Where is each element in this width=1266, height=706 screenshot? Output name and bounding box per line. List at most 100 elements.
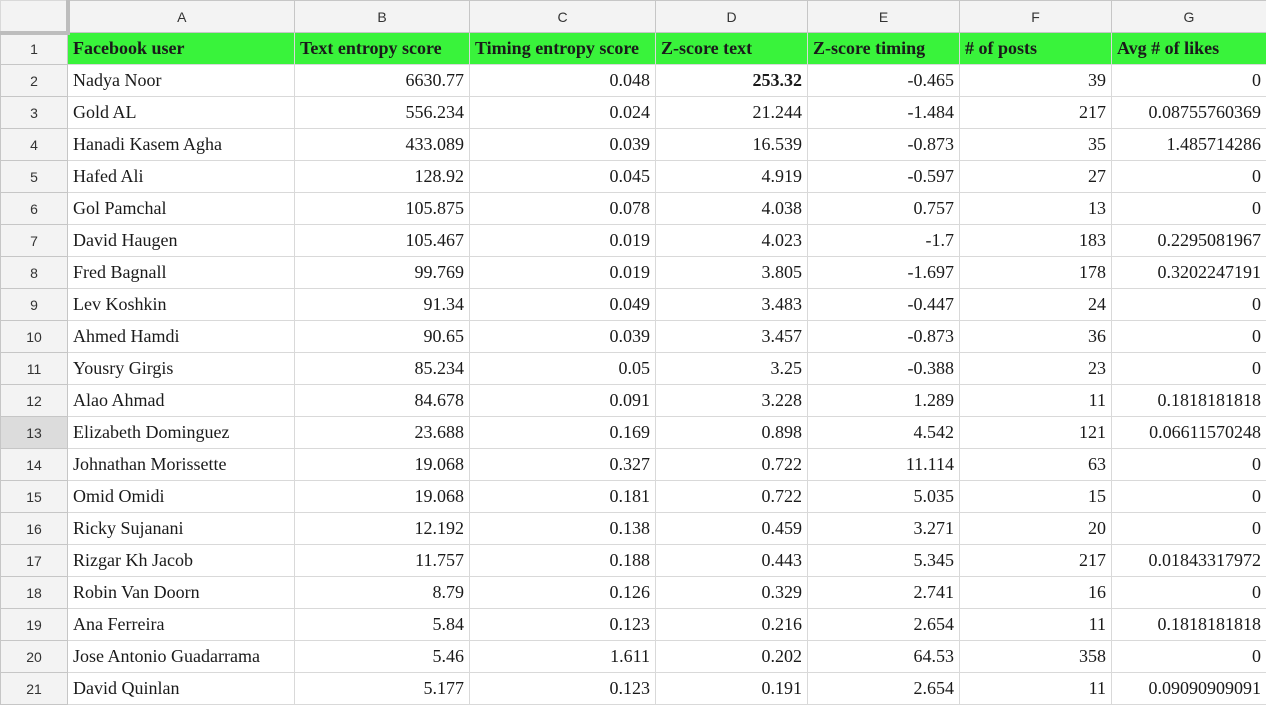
cell-avg-likes[interactable]: 0.01843317972 (1111, 544, 1266, 577)
cell-user[interactable]: Johnathan Morissette (67, 448, 295, 481)
cell-z-score-text[interactable]: 0.191 (655, 672, 808, 705)
cell-z-score-text[interactable]: 0.216 (655, 608, 808, 641)
header-cell-posts[interactable]: # of posts (959, 32, 1112, 65)
cell-z-score-text[interactable]: 0.459 (655, 512, 808, 545)
cell-z-score-text[interactable]: 3.25 (655, 352, 808, 385)
row-header[interactable]: 4 (0, 128, 68, 161)
cell-text-entropy[interactable]: 99.769 (294, 256, 470, 289)
row-header[interactable]: 21 (0, 672, 68, 705)
cell-posts[interactable]: 24 (959, 288, 1112, 321)
row-header[interactable]: 9 (0, 288, 68, 321)
cell-user[interactable]: David Quinlan (67, 672, 295, 705)
cell-posts[interactable]: 20 (959, 512, 1112, 545)
cell-avg-likes[interactable]: 0 (1111, 448, 1266, 481)
cell-text-entropy[interactable]: 105.875 (294, 192, 470, 225)
cell-posts[interactable]: 11 (959, 608, 1112, 641)
cell-timing-entropy[interactable]: 0.019 (469, 256, 656, 289)
cell-z-score-timing[interactable]: -0.873 (807, 320, 960, 353)
cell-timing-entropy[interactable]: 0.039 (469, 320, 656, 353)
cell-avg-likes[interactable]: 1.485714286 (1111, 128, 1266, 161)
row-header[interactable]: 20 (0, 640, 68, 673)
cell-posts[interactable]: 217 (959, 544, 1112, 577)
cell-text-entropy[interactable]: 19.068 (294, 448, 470, 481)
cell-timing-entropy[interactable]: 0.169 (469, 416, 656, 449)
column-header-g[interactable]: G (1111, 0, 1266, 33)
cell-z-score-text[interactable]: 4.023 (655, 224, 808, 257)
cell-z-score-text[interactable]: 0.443 (655, 544, 808, 577)
cell-avg-likes[interactable]: 0.06611570248 (1111, 416, 1266, 449)
cell-avg-likes[interactable]: 0 (1111, 352, 1266, 385)
row-header[interactable]: 3 (0, 96, 68, 129)
cell-user[interactable]: Hanadi Kasem Agha (67, 128, 295, 161)
column-header-f[interactable]: F (959, 0, 1112, 33)
cell-text-entropy[interactable]: 12.192 (294, 512, 470, 545)
cell-z-score-text[interactable]: 3.483 (655, 288, 808, 321)
column-header-e[interactable]: E (807, 0, 960, 33)
cell-posts[interactable]: 13 (959, 192, 1112, 225)
cell-text-entropy[interactable]: 128.92 (294, 160, 470, 193)
cell-timing-entropy[interactable]: 0.188 (469, 544, 656, 577)
cell-user[interactable]: Gol Pamchal (67, 192, 295, 225)
cell-z-score-timing[interactable]: -0.873 (807, 128, 960, 161)
cell-z-score-timing[interactable]: 1.289 (807, 384, 960, 417)
column-header-d[interactable]: D (655, 0, 808, 33)
cell-text-entropy[interactable]: 5.84 (294, 608, 470, 641)
column-header-a[interactable]: A (67, 0, 295, 33)
cell-avg-likes[interactable]: 0.08755760369 (1111, 96, 1266, 129)
row-header[interactable]: 5 (0, 160, 68, 193)
cell-text-entropy[interactable]: 556.234 (294, 96, 470, 129)
column-header-c[interactable]: C (469, 0, 656, 33)
cell-z-score-timing[interactable]: 2.654 (807, 672, 960, 705)
cell-posts[interactable]: 217 (959, 96, 1112, 129)
row-header[interactable]: 6 (0, 192, 68, 225)
cell-timing-entropy[interactable]: 0.039 (469, 128, 656, 161)
cell-posts[interactable]: 35 (959, 128, 1112, 161)
cell-z-score-timing[interactable]: 3.271 (807, 512, 960, 545)
row-header[interactable]: 10 (0, 320, 68, 353)
row-header[interactable]: 13 (0, 416, 68, 449)
row-header[interactable]: 7 (0, 224, 68, 257)
cell-timing-entropy[interactable]: 0.05 (469, 352, 656, 385)
cell-avg-likes[interactable]: 0 (1111, 192, 1266, 225)
row-header[interactable]: 2 (0, 64, 68, 97)
cell-z-score-text[interactable]: 21.244 (655, 96, 808, 129)
row-header[interactable]: 8 (0, 256, 68, 289)
cell-z-score-timing[interactable]: 11.114 (807, 448, 960, 481)
cell-user[interactable]: Hafed Ali (67, 160, 295, 193)
cell-timing-entropy[interactable]: 0.123 (469, 608, 656, 641)
cell-user[interactable]: Gold AL (67, 96, 295, 129)
cell-text-entropy[interactable]: 433.089 (294, 128, 470, 161)
cell-user[interactable]: Fred Bagnall (67, 256, 295, 289)
cell-user[interactable]: Alao Ahmad (67, 384, 295, 417)
cell-z-score-timing[interactable]: -1.7 (807, 224, 960, 257)
cell-user[interactable]: Jose Antonio Guadarrama (67, 640, 295, 673)
cell-z-score-text[interactable]: 3.228 (655, 384, 808, 417)
row-header[interactable]: 14 (0, 448, 68, 481)
cell-z-score-timing[interactable]: -1.697 (807, 256, 960, 289)
cell-avg-likes[interactable]: 0 (1111, 576, 1266, 609)
cell-avg-likes[interactable]: 0.3202247191 (1111, 256, 1266, 289)
cell-posts[interactable]: 63 (959, 448, 1112, 481)
cell-user[interactable]: Ana Ferreira (67, 608, 295, 641)
cell-z-score-timing[interactable]: 4.542 (807, 416, 960, 449)
cell-z-score-text[interactable]: 3.457 (655, 320, 808, 353)
cell-z-score-text[interactable]: 16.539 (655, 128, 808, 161)
cell-timing-entropy[interactable]: 0.123 (469, 672, 656, 705)
cell-timing-entropy[interactable]: 0.138 (469, 512, 656, 545)
cell-user[interactable]: Elizabeth Dominguez (67, 416, 295, 449)
cell-timing-entropy[interactable]: 0.049 (469, 288, 656, 321)
cell-text-entropy[interactable]: 90.65 (294, 320, 470, 353)
cell-posts[interactable]: 15 (959, 480, 1112, 513)
cell-z-score-timing[interactable]: 2.654 (807, 608, 960, 641)
cell-avg-likes[interactable]: 0 (1111, 64, 1266, 97)
cell-text-entropy[interactable]: 8.79 (294, 576, 470, 609)
column-header-b[interactable]: B (294, 0, 470, 33)
header-cell-z-score-text[interactable]: Z-score text (655, 32, 808, 65)
cell-avg-likes[interactable]: 0 (1111, 160, 1266, 193)
cell-z-score-timing[interactable]: -1.484 (807, 96, 960, 129)
cell-avg-likes[interactable]: 0 (1111, 480, 1266, 513)
cell-z-score-text[interactable]: 0.898 (655, 416, 808, 449)
cell-timing-entropy[interactable]: 1.611 (469, 640, 656, 673)
cell-avg-likes[interactable]: 0.09090909091 (1111, 672, 1266, 705)
cell-avg-likes[interactable]: 0 (1111, 512, 1266, 545)
